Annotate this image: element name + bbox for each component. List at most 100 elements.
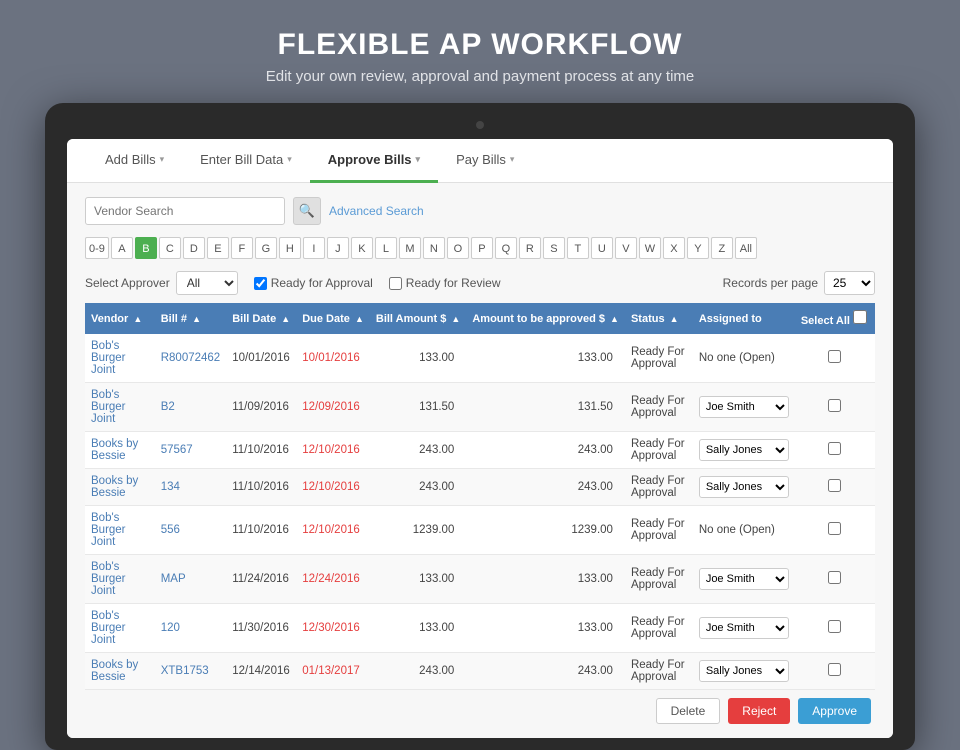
ready-for-review-checkbox[interactable] (389, 277, 402, 290)
alpha-btn-d[interactable]: D (183, 237, 205, 259)
reject-button[interactable]: Reject (728, 698, 790, 724)
alpha-btn-x[interactable]: X (663, 237, 685, 259)
table-row: Bob's Burger Joint MAP 11/24/2016 12/24/… (85, 555, 875, 604)
nav-add-bills[interactable]: Add Bills ▾ (87, 139, 182, 183)
cell-vendor: Bob's Burger Joint (85, 506, 155, 555)
assigned-select[interactable]: Sally Jones (699, 476, 789, 498)
bill-num-link[interactable]: 134 (161, 481, 180, 493)
cell-due-date: 12/10/2016 (296, 469, 370, 506)
row-select-checkbox[interactable] (828, 442, 841, 455)
col-status[interactable]: Status ▲ (625, 303, 693, 334)
row-select-checkbox[interactable] (828, 571, 841, 584)
alpha-btn-g[interactable]: G (255, 237, 277, 259)
approver-select[interactable]: All (176, 271, 238, 295)
nav-pay-bills[interactable]: Pay Bills ▾ (438, 139, 532, 183)
alpha-btn-f[interactable]: F (231, 237, 253, 259)
col-assigned: Assigned to (693, 303, 795, 334)
col-due-date[interactable]: Due Date ▲ (296, 303, 370, 334)
row-select-checkbox[interactable] (828, 522, 841, 535)
search-button[interactable]: 🔍 (293, 197, 321, 225)
alpha-btn-s[interactable]: S (543, 237, 565, 259)
bill-num-link[interactable]: 120 (161, 622, 180, 634)
cell-checkbox (795, 555, 875, 604)
alpha-btn-u[interactable]: U (591, 237, 613, 259)
filter-row: Select Approver All Ready for Approval R… (85, 271, 875, 295)
alpha-btn-all[interactable]: All (735, 237, 757, 259)
approve-button[interactable]: Approve (798, 698, 871, 724)
assigned-select[interactable]: Joe Smith (699, 396, 789, 418)
cell-assigned: Joe Smith (693, 555, 795, 604)
alpha-btn-m[interactable]: M (399, 237, 421, 259)
col-bill-amount[interactable]: Bill Amount $ ▲ (370, 303, 466, 334)
assigned-select[interactable]: Joe Smith (699, 617, 789, 639)
row-select-checkbox[interactable] (828, 620, 841, 633)
cell-due-date: 12/10/2016 (296, 506, 370, 555)
alpha-btn-b[interactable]: B (135, 237, 157, 259)
row-select-checkbox[interactable] (828, 399, 841, 412)
alpha-btn-e[interactable]: E (207, 237, 229, 259)
alpha-btn-t[interactable]: T (567, 237, 589, 259)
table-row: Bob's Burger Joint 556 11/10/2016 12/10/… (85, 506, 875, 555)
cell-amount-approved: 243.00 (466, 432, 625, 469)
col-vendor[interactable]: Vendor ▲ (85, 303, 155, 334)
row-select-checkbox[interactable] (828, 350, 841, 363)
bill-num-link[interactable]: 556 (161, 524, 180, 536)
alpha-btn-h[interactable]: H (279, 237, 301, 259)
bill-num-link[interactable]: B2 (161, 401, 175, 413)
col-bill-date[interactable]: Bill Date ▲ (226, 303, 296, 334)
row-select-checkbox[interactable] (828, 479, 841, 492)
alpha-btn-a[interactable]: A (111, 237, 133, 259)
bill-num-link[interactable]: R80072462 (161, 352, 220, 364)
vendor-link[interactable]: Bob's Burger Joint (91, 389, 126, 425)
row-select-checkbox[interactable] (828, 663, 841, 676)
advanced-search-link[interactable]: Advanced Search (329, 204, 424, 218)
assigned-select[interactable]: Joe Smith (699, 568, 789, 590)
vendor-link[interactable]: Bob's Burger Joint (91, 340, 126, 376)
alpha-btn-09[interactable]: 0-9 (85, 237, 109, 259)
alpha-btn-r[interactable]: R (519, 237, 541, 259)
alpha-btn-p[interactable]: P (471, 237, 493, 259)
alpha-btn-o[interactable]: O (447, 237, 469, 259)
cell-bill-amount: 243.00 (370, 432, 466, 469)
alpha-btn-q[interactable]: Q (495, 237, 517, 259)
cell-due-date: 10/01/2016 (296, 334, 370, 383)
ready-for-approval-checkbox-label[interactable]: Ready for Approval (254, 276, 373, 290)
cell-amount-approved: 243.00 (466, 469, 625, 506)
alpha-btn-n[interactable]: N (423, 237, 445, 259)
ready-for-approval-checkbox[interactable] (254, 277, 267, 290)
cell-bill-num: XTB1753 (155, 653, 226, 690)
delete-button[interactable]: Delete (656, 698, 721, 724)
alpha-btn-i[interactable]: I (303, 237, 325, 259)
action-row: Delete Reject Approve (85, 690, 875, 728)
bill-num-link[interactable]: XTB1753 (161, 665, 209, 677)
alpha-btn-c[interactable]: C (159, 237, 181, 259)
cell-bill-date: 11/10/2016 (226, 469, 296, 506)
records-per-page-select[interactable]: 25 50 100 (824, 271, 875, 295)
col-bill-num[interactable]: Bill # ▲ (155, 303, 226, 334)
bill-num-link[interactable]: 57567 (161, 444, 193, 456)
select-all-checkbox[interactable] (853, 310, 867, 324)
ready-for-review-checkbox-label[interactable]: Ready for Review (389, 276, 501, 290)
vendor-link[interactable]: Books by Bessie (91, 438, 138, 462)
bill-num-link[interactable]: MAP (161, 573, 186, 585)
alpha-btn-w[interactable]: W (639, 237, 661, 259)
vendor-search-input[interactable] (85, 197, 285, 225)
alpha-btn-k[interactable]: K (351, 237, 373, 259)
alpha-btn-l[interactable]: L (375, 237, 397, 259)
vendor-link[interactable]: Bob's Burger Joint (91, 610, 126, 646)
assigned-text: No one (Open) (699, 524, 775, 536)
assigned-select[interactable]: Sally Jones (699, 660, 789, 682)
nav-approve-bills[interactable]: Approve Bills ▾ (310, 139, 438, 183)
vendor-link[interactable]: Books by Bessie (91, 659, 138, 683)
alpha-btn-j[interactable]: J (327, 237, 349, 259)
alpha-btn-v[interactable]: V (615, 237, 637, 259)
vendor-link[interactable]: Books by Bessie (91, 475, 138, 499)
col-amount-approved[interactable]: Amount to be approved $ ▲ (466, 303, 625, 334)
vendor-link[interactable]: Bob's Burger Joint (91, 561, 126, 597)
alpha-btn-z[interactable]: Z (711, 237, 733, 259)
vendor-link[interactable]: Bob's Burger Joint (91, 512, 126, 548)
cell-assigned: No one (Open) (693, 506, 795, 555)
nav-enter-bill-data[interactable]: Enter Bill Data ▾ (182, 139, 310, 183)
assigned-select[interactable]: Sally Jones (699, 439, 789, 461)
alpha-btn-y[interactable]: Y (687, 237, 709, 259)
